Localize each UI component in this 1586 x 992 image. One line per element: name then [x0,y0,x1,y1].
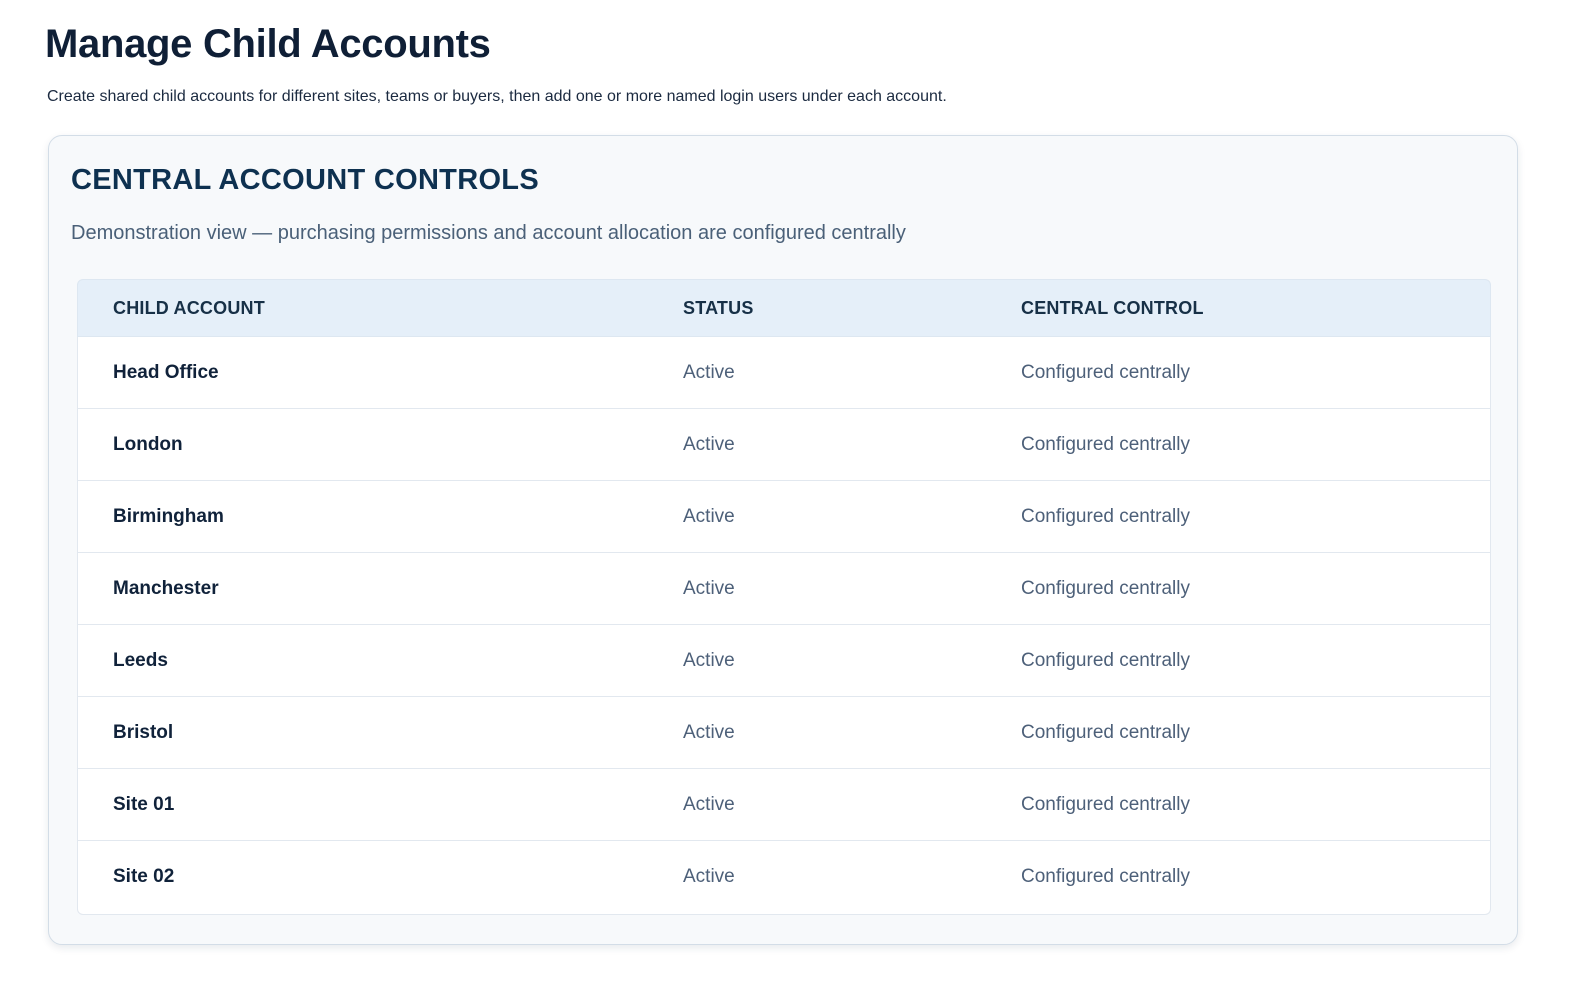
account-status: Active [683,866,735,887]
column-header-central-control: CENTRAL CONTROL [1021,298,1204,318]
table-body: Head Office Active Configured centrally Lon… [77,337,1491,915]
panel-description: Demonstration view — purchasing permissi… [71,222,906,244]
table-row: Leeds Active Configured centrally [77,625,1491,697]
account-status: Active [683,722,735,743]
central-account-controls-panel: CENTRAL ACCOUNT CONTROLS Demonstration v… [48,135,1518,945]
account-status: Active [683,794,735,815]
central-control-value: Configured centrally [1021,362,1190,383]
central-control-value: Configured centrally [1021,434,1190,455]
child-account-name: London [113,434,183,455]
central-control-value: Configured centrally [1021,794,1190,815]
account-status: Active [683,650,735,671]
table-header: CHILD ACCOUNT STATUS CENTRAL CONTROL [77,279,1491,337]
child-account-name: Leeds [113,650,168,671]
column-header-child-account: CHILD ACCOUNT [113,298,265,318]
central-control-value: Configured centrally [1021,866,1190,887]
column-header-status: STATUS [683,298,754,318]
page-title: Manage Child Accounts [45,22,491,66]
table-row: Head Office Active Configured centrally [77,337,1491,409]
manage-child-accounts-page: Manage Child Accounts Create shared chil… [0,0,1586,992]
child-account-name: Bristol [113,722,174,743]
child-account-name: Site 01 [113,794,175,815]
central-control-value: Configured centrally [1021,722,1190,743]
table-row: Site 02 Active Configured centrally [77,841,1491,915]
child-account-name: Manchester [113,578,219,599]
central-control-value: Configured centrally [1021,650,1190,671]
account-status: Active [683,434,735,455]
central-control-value: Configured centrally [1021,578,1190,599]
account-status: Active [683,506,735,527]
child-account-name: Site 02 [113,866,175,887]
table-row: Manchester Active Configured centrally [77,553,1491,625]
table-row: Site 01 Active Configured centrally [77,769,1491,841]
child-accounts-table: CHILD ACCOUNT STATUS CENTRAL CONTROL Hea… [77,279,1491,915]
page-subtitle: Create shared child accounts for differe… [47,88,947,105]
child-account-name: Birmingham [113,506,224,527]
table-row: Birmingham Active Configured centrally [77,481,1491,553]
child-account-name: Head Office [113,362,219,383]
table-row: London Active Configured centrally [77,409,1491,481]
table-row: Bristol Active Configured centrally [77,697,1491,769]
account-status: Active [683,362,735,383]
account-status: Active [683,578,735,599]
central-control-value: Configured centrally [1021,506,1190,527]
panel-title: CENTRAL ACCOUNT CONTROLS [71,164,539,196]
